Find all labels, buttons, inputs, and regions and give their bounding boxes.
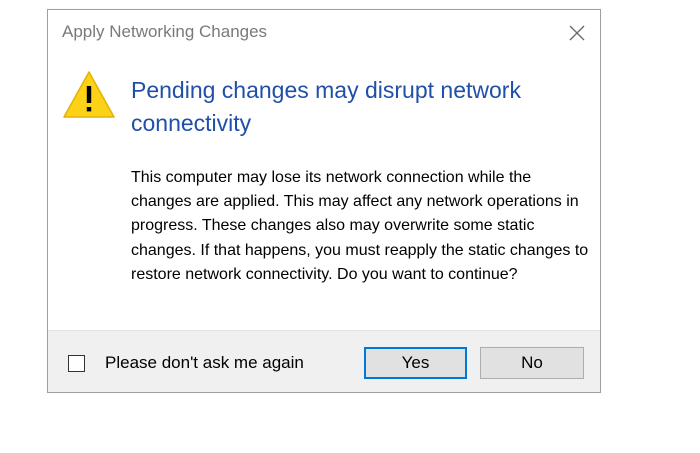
close-button[interactable] xyxy=(554,10,600,56)
no-button[interactable]: No xyxy=(480,347,584,379)
yes-button[interactable]: Yes xyxy=(364,347,467,379)
dialog-headline: Pending changes may disrupt network conn… xyxy=(131,77,521,136)
close-icon xyxy=(569,25,585,41)
dialog-message: This computer may lose its network conne… xyxy=(131,169,589,283)
dont-ask-again-option[interactable]: Please don't ask me again xyxy=(68,353,304,373)
title-bar: Apply Networking Changes xyxy=(48,10,600,56)
warning-triangle-icon xyxy=(63,71,115,118)
dialog-footer: Please don't ask me again Yes No xyxy=(48,330,600,392)
window-title: Apply Networking Changes xyxy=(62,22,268,41)
dont-ask-again-checkbox[interactable] xyxy=(68,354,85,372)
dialog-content: Pending changes may disrupt network conn… xyxy=(48,56,600,330)
dont-ask-again-label[interactable]: Please don't ask me again xyxy=(105,353,304,373)
apply-networking-changes-dialog: Apply Networking Changes Pending changes… xyxy=(47,9,601,393)
